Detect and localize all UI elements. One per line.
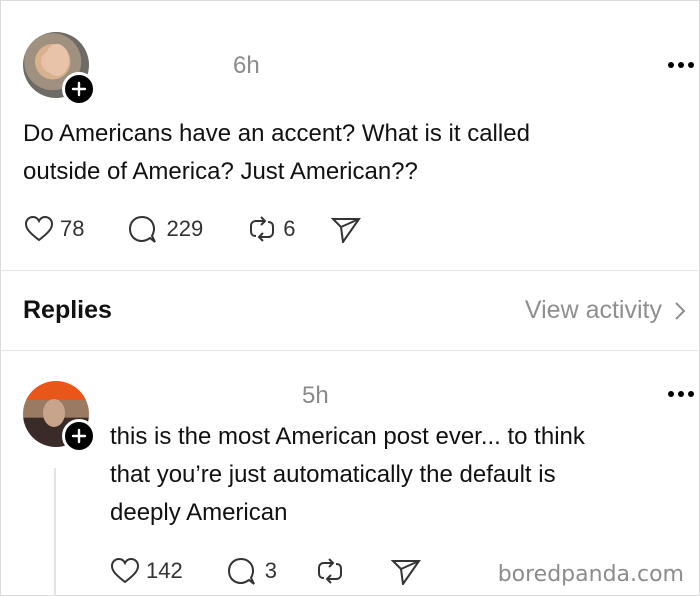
reply-like-count: 142 [146, 558, 183, 583]
heart-icon [24, 215, 54, 242]
post-text: Do Americans have an accent? What is it … [23, 115, 530, 191]
post-comment-button[interactable]: 229 [128, 214, 203, 244]
post-more-icon[interactable] [668, 62, 694, 68]
reply-text: this is the most American post ever... t… [110, 418, 585, 532]
heart-icon [110, 557, 140, 584]
divider [0, 270, 700, 271]
reply-comment-button[interactable]: 3 [227, 556, 277, 586]
post-timestamp: 6h [233, 52, 260, 79]
chevron-right-icon [675, 301, 686, 320]
divider [0, 350, 700, 351]
reply-share-button[interactable] [390, 557, 421, 585]
reply-timestamp: 5h [302, 382, 329, 409]
share-icon [331, 218, 362, 243]
follow-plus-icon[interactable] [62, 72, 96, 106]
reply-more-icon[interactable] [668, 391, 694, 397]
watermark: boredpanda.com [497, 562, 684, 587]
comment-icon [227, 557, 255, 585]
post-text-line: Do Americans have an accent? What is it … [23, 120, 530, 147]
comment-icon [129, 215, 157, 243]
reply-comment-count: 3 [264, 558, 277, 583]
post-like-button[interactable]: 78 [24, 215, 84, 243]
reply-text-line: that you’re just automatically the defau… [110, 461, 556, 488]
repost-icon [317, 558, 342, 584]
share-icon [390, 560, 421, 585]
follow-plus-icon[interactable] [62, 419, 96, 453]
reply-text-line: this is the most American post ever... t… [110, 423, 585, 450]
repost-icon [250, 216, 275, 242]
post-like-count: 78 [60, 216, 85, 241]
reply-actions: 142 3 [110, 556, 421, 586]
view-activity-label: View activity [524, 296, 662, 324]
reply-like-button[interactable]: 142 [110, 557, 183, 585]
view-activity-link[interactable]: View activity [525, 296, 686, 325]
reply-text-line: deeply American [110, 499, 288, 526]
post-repost-button[interactable]: 6 [247, 214, 295, 244]
post-comment-count: 229 [166, 216, 204, 241]
reply-repost-button[interactable] [315, 556, 345, 586]
post-share-button[interactable] [331, 215, 362, 243]
post-actions: 78 229 6 [24, 214, 362, 244]
post-text-line: outside of America? Just American?? [23, 158, 418, 185]
replies-heading: Replies [23, 296, 112, 324]
thread-line [54, 468, 56, 596]
post-repost-count: 6 [283, 216, 296, 241]
